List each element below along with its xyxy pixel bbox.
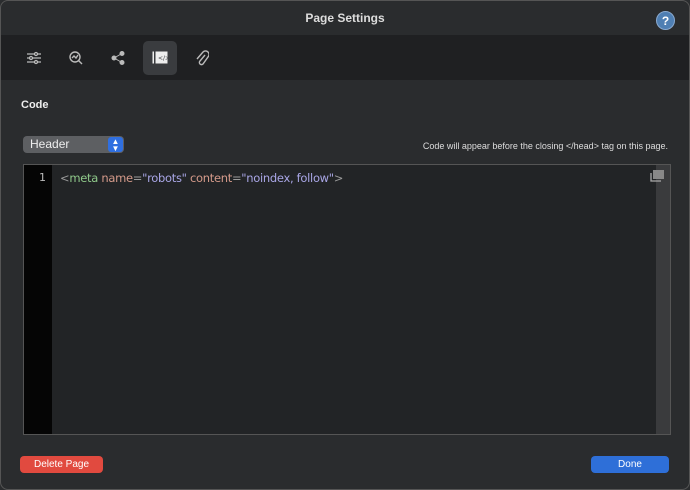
- section-title: Code: [21, 99, 49, 111]
- code-location-select[interactable]: Header ▲ ▼: [23, 136, 124, 153]
- tab-general[interactable]: [17, 41, 51, 75]
- code-editor[interactable]: 1 <meta name="robots" content="noindex, …: [23, 164, 671, 435]
- done-button[interactable]: Done: [591, 456, 669, 473]
- code-token: "noindex, follow": [241, 171, 334, 185]
- code-icon: </>: [152, 51, 168, 64]
- code-token: =: [132, 171, 143, 185]
- vertical-scrollbar[interactable]: [656, 165, 670, 434]
- code-token: >: [333, 171, 344, 185]
- paperclip-icon: [196, 49, 209, 65]
- code-token: "robots": [142, 171, 187, 185]
- code-token: =: [231, 171, 242, 185]
- code-token: name: [101, 171, 133, 185]
- dialog-title: Page Settings: [305, 11, 385, 25]
- line-number-gutter: 1: [24, 165, 52, 434]
- tab-code[interactable]: </>: [143, 40, 177, 75]
- hint-text: Code will appear before the closing </he…: [422, 141, 668, 151]
- tab-attachments[interactable]: [185, 41, 219, 75]
- expand-editor-icon[interactable]: [650, 170, 664, 182]
- seo-search-icon: [69, 50, 83, 64]
- page-settings-dialog: Page Settings ? </> Code Header ▲▼ Code w…: [0, 0, 690, 490]
- line-number: 1: [39, 171, 46, 184]
- sliders-icon: [27, 51, 41, 64]
- delete-page-button[interactable]: Delete Page: [20, 456, 103, 473]
- tab-seo[interactable]: [59, 41, 93, 75]
- code-token: content: [190, 171, 232, 185]
- settings-toolbar: </>: [1, 35, 689, 80]
- code-token: meta: [69, 171, 98, 185]
- share-icon: [111, 50, 125, 65]
- help-button[interactable]: ?: [656, 11, 675, 30]
- svg-text:</>: </>: [158, 55, 168, 62]
- chevron-updown-icon: ▲ ▼: [108, 137, 123, 153]
- code-line[interactable]: <meta name="robots" content="noindex, fo…: [60, 171, 343, 185]
- tab-social[interactable]: [101, 41, 135, 75]
- code-token: <: [60, 171, 70, 185]
- select-value: Header: [30, 137, 70, 151]
